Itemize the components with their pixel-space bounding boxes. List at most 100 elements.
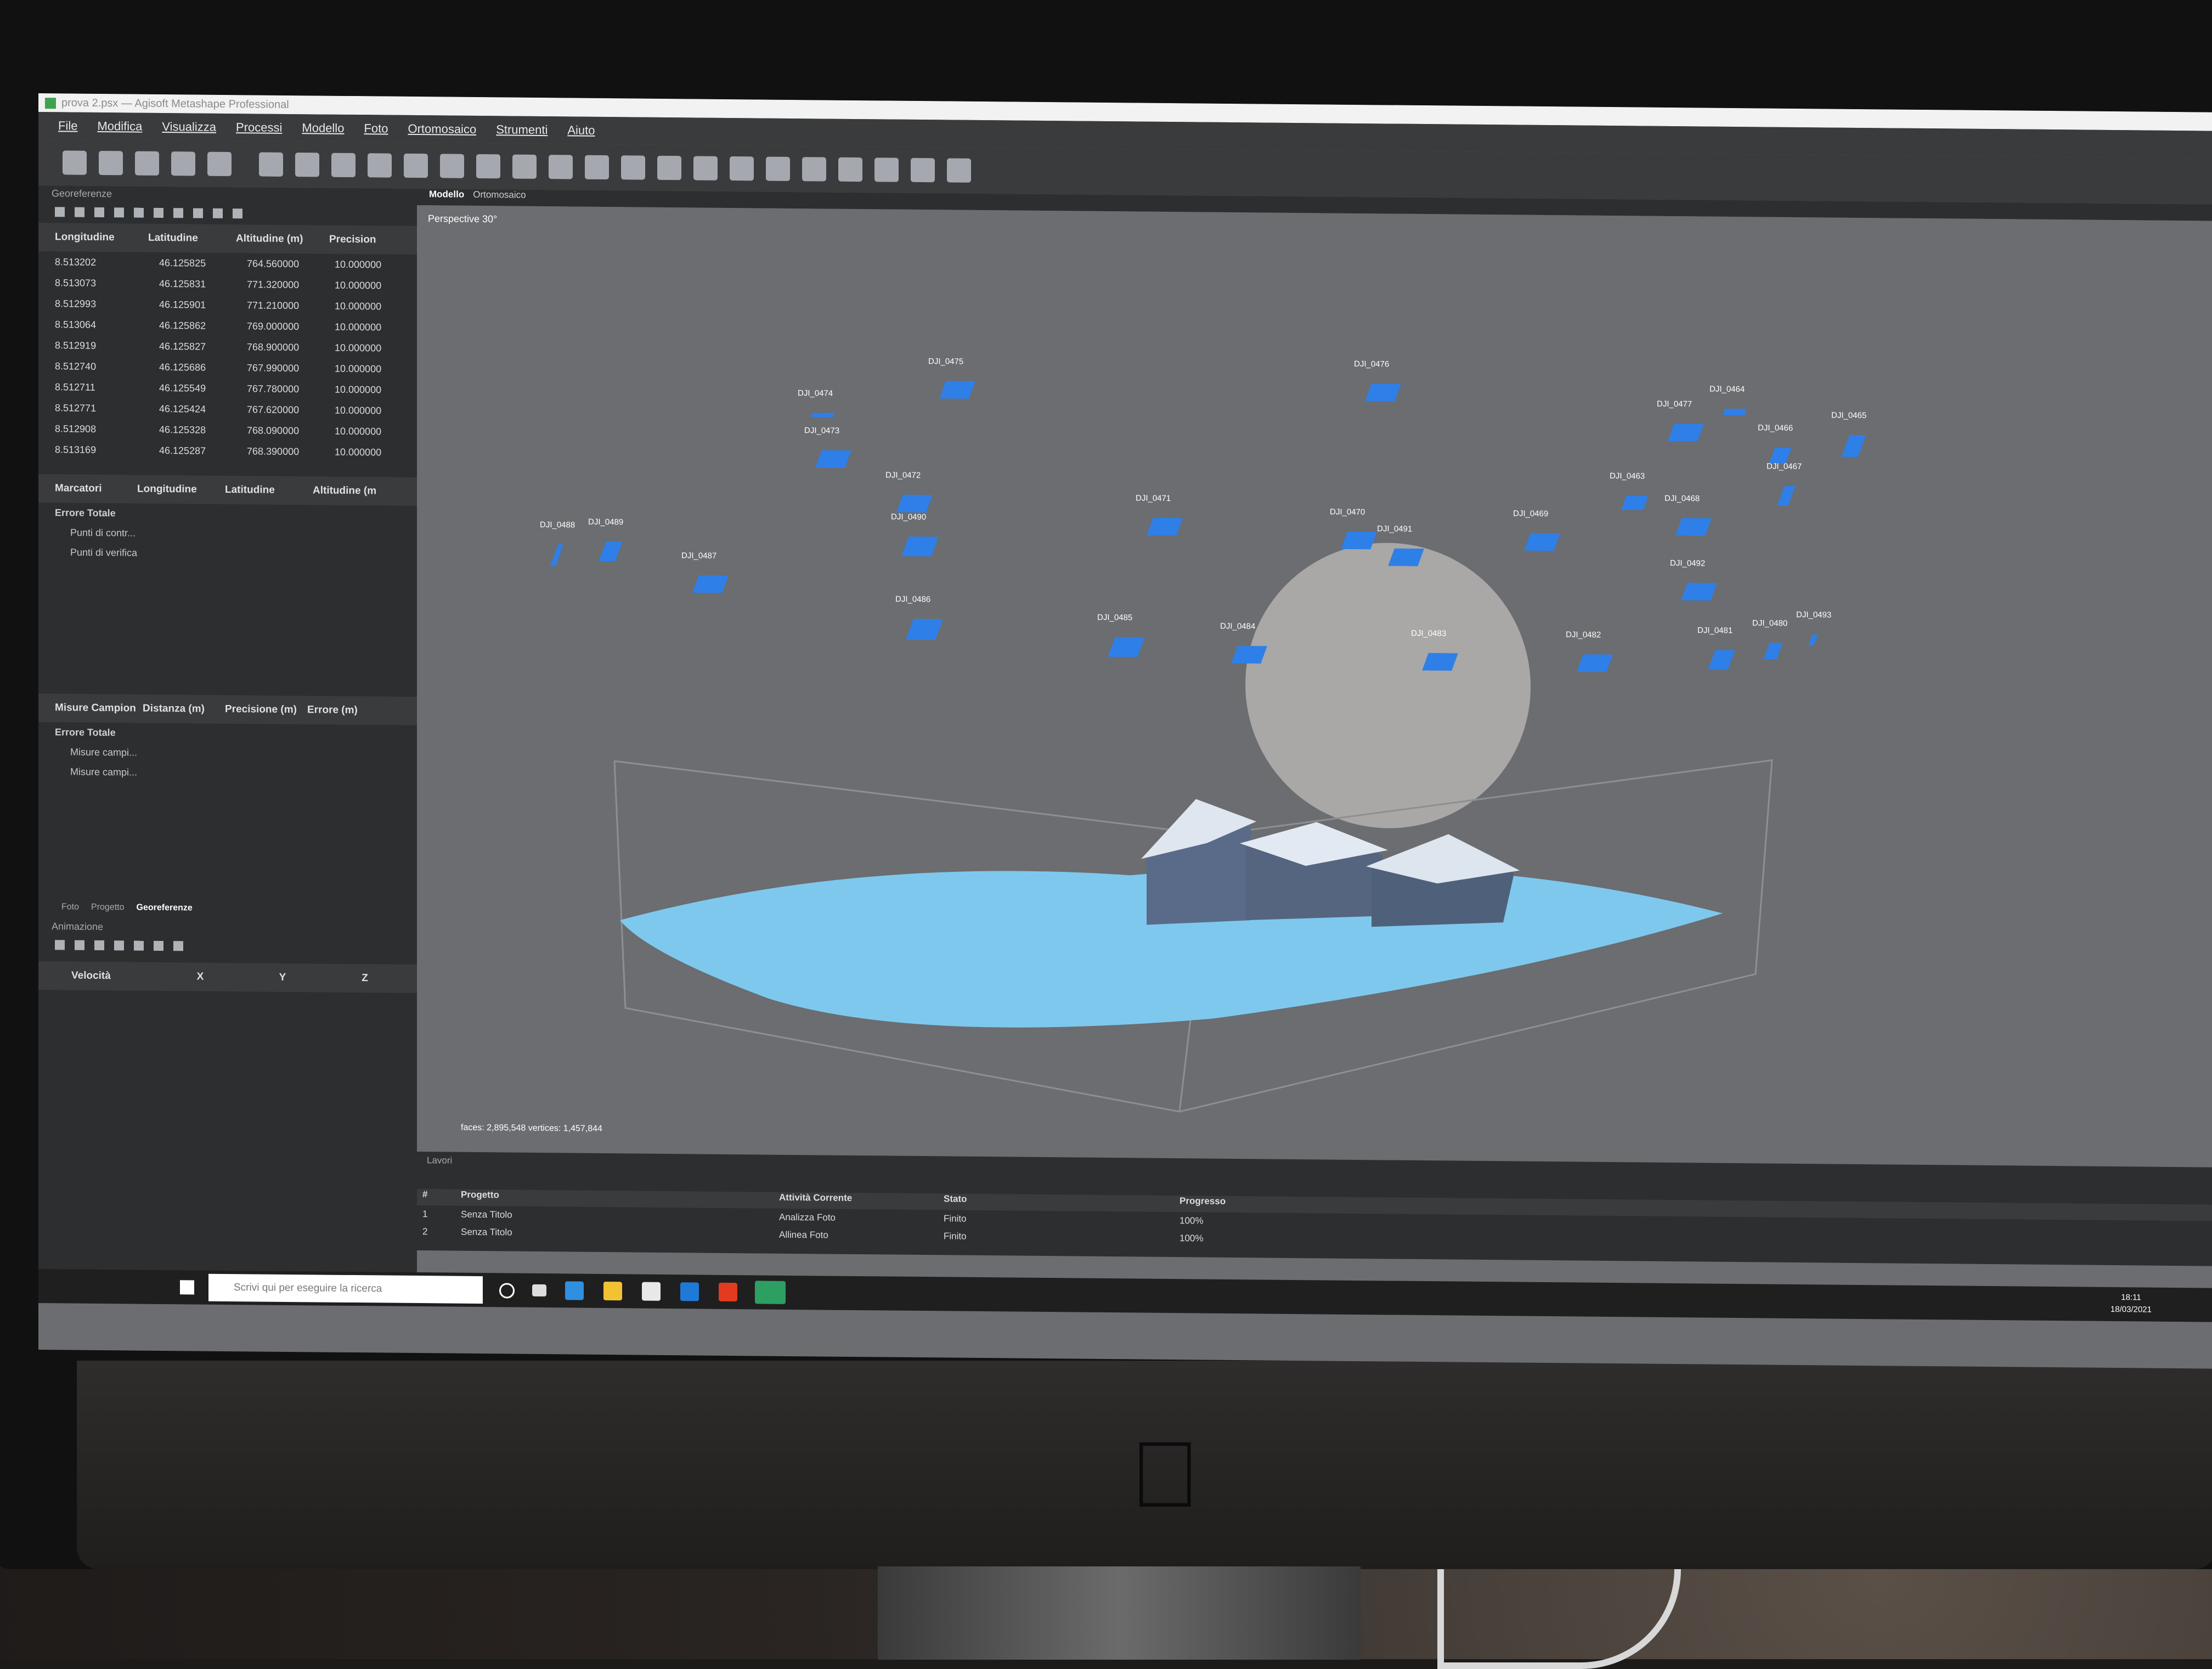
col-progresso[interactable]: Progresso: [1180, 1196, 1226, 1207]
camera-dji-0487[interactable]: DJI_0487: [681, 551, 729, 593]
view-source-icon[interactable]: [213, 208, 223, 218]
open-track-icon[interactable]: [75, 940, 84, 950]
camera-dji-0486[interactable]: DJI_0486: [895, 595, 943, 640]
col-z[interactable]: Z: [324, 972, 406, 985]
camera-dji-0484[interactable]: DJI_0484: [1220, 622, 1267, 664]
camera-dji-0473[interactable]: DJI_0473: [804, 426, 851, 468]
metashape-taskbar-icon[interactable]: [755, 1281, 786, 1304]
col-progetto[interactable]: Progetto: [461, 1189, 499, 1201]
col-marcatori[interactable]: Marcatori: [38, 482, 137, 495]
col-index[interactable]: #: [422, 1189, 427, 1200]
menu-aiuto[interactable]: Aiuto: [567, 116, 595, 144]
col-x[interactable]: X: [159, 971, 241, 983]
markers-icon[interactable]: [838, 157, 862, 182]
col-precisione[interactable]: Precisione (m): [225, 703, 307, 716]
table-row[interactable]: 8.513202 46.125825 764.560000 10.000000: [38, 251, 381, 275]
dense-cloud-icon[interactable]: [693, 156, 718, 181]
camera-dji-0489[interactable]: DJI_0489: [588, 517, 623, 562]
col-latitudine[interactable]: Latitudine: [148, 232, 236, 245]
table-row[interactable]: 8.513073 46.125831 771.320000 10.000000: [38, 272, 381, 296]
col-m-altitudine[interactable]: Altitudine (m: [313, 484, 390, 497]
view-estimated-icon[interactable]: [193, 208, 203, 218]
col-altitudine[interactable]: Altitudine (m): [236, 233, 329, 245]
tools-icon[interactable]: [173, 941, 183, 951]
new-track-icon[interactable]: [55, 940, 65, 950]
list-item[interactable]: Punti di contr...: [38, 522, 417, 545]
eraser-icon[interactable]: [440, 154, 464, 178]
camera-dji-0476[interactable]: DJI_0476: [1354, 359, 1401, 402]
view-errors-icon[interactable]: [173, 208, 183, 218]
menu-strumenti[interactable]: Strumenti: [496, 116, 548, 144]
camera-dji-0470[interactable]: DJI_0470: [1330, 508, 1377, 550]
col-errore[interactable]: Errore (m): [307, 704, 373, 717]
ruler-icon[interactable]: [404, 153, 428, 178]
point-cloud-icon[interactable]: [657, 155, 681, 181]
tab-ortomosaico[interactable]: Ortomosaico: [473, 189, 526, 206]
tab-foto[interactable]: Foto: [61, 902, 79, 918]
cortana-icon[interactable]: [499, 1283, 515, 1299]
tab-modello[interactable]: Modello: [429, 189, 464, 206]
list-item[interactable]: Misure campi...: [38, 762, 417, 785]
camera-dji-0471[interactable]: DJI_0471: [1136, 493, 1183, 536]
col-velocita[interactable]: Velocità: [38, 969, 159, 983]
import-icon[interactable]: [55, 207, 65, 217]
camera-dji-0472[interactable]: DJI_0472: [885, 470, 933, 513]
list-item[interactable]: Punti di verifica: [38, 542, 417, 565]
zoom-in-icon[interactable]: [549, 155, 573, 179]
camera-dji-0465[interactable]: DJI_0465: [1831, 411, 1866, 457]
col-precision[interactable]: Precision: [329, 234, 390, 246]
move-object-icon[interactable]: [331, 153, 356, 178]
textured-model-icon[interactable]: [766, 156, 790, 181]
table-row[interactable]: 8.512993 46.125901 771.210000 10.000000: [38, 293, 381, 317]
table-row[interactable]: 8.512711 46.125549 767.780000 10.000000: [38, 376, 381, 400]
col-m-latitudine[interactable]: Latitudine: [225, 484, 313, 497]
table-row[interactable]: 8.512740 46.125686 767.990000 10.000000: [38, 356, 381, 379]
menu-processi[interactable]: Processi: [236, 114, 282, 142]
redo-icon[interactable]: [207, 151, 232, 177]
menu-foto[interactable]: Foto: [364, 115, 388, 142]
table-row[interactable]: 8.513169 46.125287 768.390000 10.000000: [38, 439, 381, 463]
export-icon[interactable]: [75, 207, 84, 217]
navigate-icon[interactable]: [621, 155, 645, 180]
table-row[interactable]: 8.512908 46.125328 768.090000 10.000000: [38, 418, 381, 442]
save-track-icon[interactable]: [94, 940, 104, 951]
col-misure[interactable]: Misure Campion: [38, 702, 143, 715]
flag-icon[interactable]: [874, 157, 899, 182]
model-viewport[interactable]: Perspective 30° DJI_0475 DJI_0474 DJI_04…: [417, 205, 2212, 1168]
convert-icon[interactable]: [94, 207, 104, 218]
model-icon[interactable]: [730, 156, 754, 181]
camera-dji-0490[interactable]: DJI_0490: [891, 512, 939, 557]
menu-modifica[interactable]: Modifica: [97, 112, 142, 140]
camera-dji-0467[interactable]: DJI_0467: [1767, 461, 1802, 506]
delete-icon[interactable]: [476, 154, 500, 179]
camera-dji-0482[interactable]: DJI_0482: [1566, 630, 1613, 672]
menu-ortomosaico[interactable]: Ortomosaico: [408, 115, 476, 143]
windows-start-icon[interactable]: [180, 1280, 194, 1295]
pointer-icon[interactable]: [259, 152, 283, 177]
update-icon[interactable]: [154, 207, 163, 218]
edge-icon[interactable]: [565, 1281, 584, 1300]
file-explorer-icon[interactable]: [603, 1281, 622, 1301]
layers-icon[interactable]: [947, 158, 971, 183]
camera-dji-0483[interactable]: DJI_0483: [1411, 629, 1458, 671]
camera-dji-0481[interactable]: DJI_0481: [1697, 625, 1735, 670]
undo-icon[interactable]: [171, 151, 195, 176]
optimize-icon[interactable]: [134, 207, 144, 218]
camera-dji-0485[interactable]: DJI_0485: [1097, 613, 1145, 657]
tab-georeferenze[interactable]: Georeferenze: [137, 903, 193, 920]
camera-dji-0475[interactable]: DJI_0475: [928, 357, 975, 399]
rectangle-select-icon[interactable]: [295, 153, 319, 177]
menu-modello[interactable]: Modello: [302, 114, 344, 142]
taskbar-search-input[interactable]: Scrivi qui per eseguire la ricerca: [208, 1273, 483, 1304]
col-stato[interactable]: Stato: [944, 1193, 967, 1204]
camera-dji-0480[interactable]: DJI_0480: [1752, 618, 1787, 659]
mail-icon[interactable]: [680, 1282, 699, 1301]
tools-icon[interactable]: [233, 208, 242, 219]
zoom-out-icon[interactable]: [585, 155, 609, 180]
camera-dji-0463[interactable]: DJI_0463: [1610, 471, 1649, 510]
table-row[interactable]: 8.512919 46.125827 768.900000 10.000000: [38, 335, 381, 358]
col-m-longitudine[interactable]: Longitudine: [137, 483, 225, 496]
taskbar-clock[interactable]: 18:11 18/03/2021: [2111, 1292, 2152, 1316]
table-row[interactable]: 8.512771 46.125424 767.620000 10.000000: [38, 397, 381, 421]
table-row[interactable]: 8.513064 46.125862 769.000000 10.000000: [38, 314, 381, 337]
